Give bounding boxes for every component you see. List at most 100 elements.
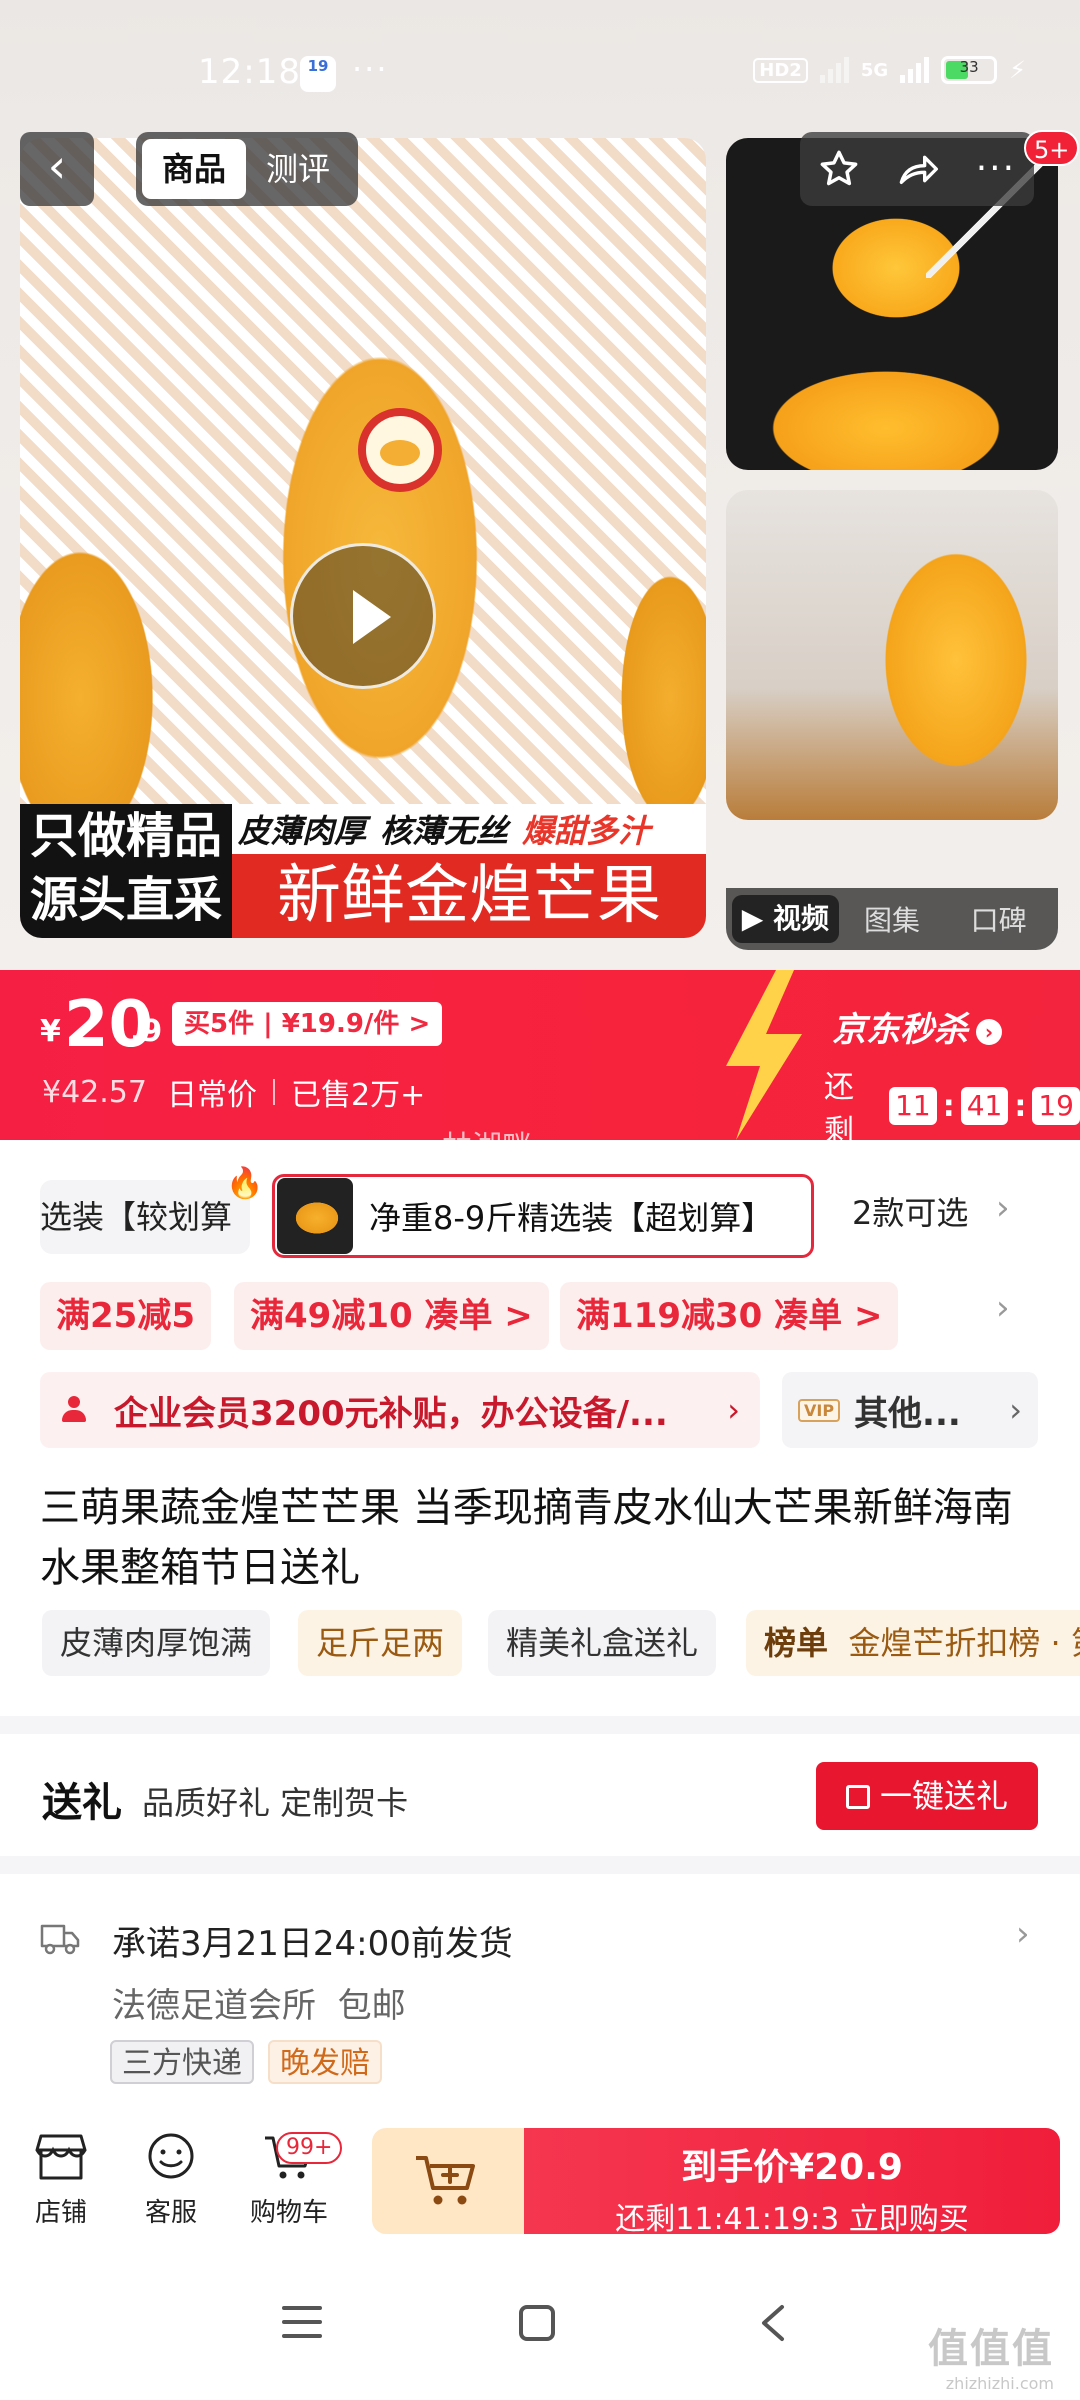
charging-icon: ⚡ — [1009, 56, 1026, 84]
chevron-right-icon: › — [1009, 1391, 1022, 1429]
member-subsidy-banner[interactable]: 企业会员3200元补贴，办公设备/... › — [40, 1372, 760, 1448]
gift-subtitle: 品质好礼 定制贺卡 — [142, 1784, 409, 1822]
courier-tag: 三方快递 — [110, 2040, 254, 2084]
promo-banner-title: 新鲜金煌芒果 — [232, 854, 706, 938]
section-divider — [0, 1856, 1080, 1874]
tab-product[interactable]: 商品 — [142, 139, 246, 199]
buy-now-countdown: 还剩11:41:19:3 立即购买 — [615, 2202, 969, 2237]
original-price: ¥42.57 — [42, 1074, 147, 1110]
chevron-right-icon[interactable]: › — [1016, 1914, 1030, 1954]
product-title: 三萌果蔬金煌芒芒果 当季现摘青皮水仙大芒果新鲜海南水果整箱节日送礼 — [40, 1485, 1013, 1591]
divider — [272, 1079, 275, 1105]
bulk-price-tag[interactable]: 买5件 | ¥19.9/件 > — [172, 1002, 443, 1046]
coupon-1[interactable]: 满25减5 — [40, 1282, 211, 1350]
other-benefits-button[interactable]: VIP 其他... › — [782, 1372, 1038, 1448]
site-watermark-url: zhizhizhi.com — [945, 2374, 1054, 2393]
coupon-3[interactable]: 满119减30 凑单 > — [560, 1282, 899, 1350]
battery-level: 33 — [959, 58, 979, 76]
signal-5g-icon — [900, 57, 930, 83]
shop-label: 店铺 — [34, 2198, 87, 2228]
price-currency: ¥ — [40, 1014, 61, 1049]
system-nav-bar — [0, 2254, 1080, 2400]
countdown-minutes: 41 — [960, 1087, 1009, 1125]
tab-review[interactable]: 测评 — [246, 139, 350, 199]
menu-icon[interactable] — [282, 2304, 322, 2340]
sold-count: 已售2万+ — [290, 1078, 426, 1113]
shop-button[interactable]: 店铺 — [16, 2132, 106, 2229]
promo-feature-3: 爆甜多汁 — [522, 812, 651, 850]
gift-icon — [845, 1785, 870, 1809]
hd-voice-icon: HD2 — [753, 57, 808, 83]
play-icon[interactable] — [290, 543, 436, 689]
send-gift-button[interactable]: 一键送礼 — [816, 1762, 1038, 1830]
more-icon[interactable]: ··· — [976, 132, 1016, 206]
variant-count[interactable]: 2款可选 — [852, 1188, 968, 1234]
customer-service-button[interactable]: 客服 — [126, 2132, 216, 2229]
send-gift-label: 一键送礼 — [879, 1777, 1008, 1815]
mango-sticker — [358, 408, 442, 492]
final-price: 到手价¥20.9 — [681, 2147, 903, 2188]
price-subline: ¥42.57 日常价 已售2万+ — [42, 1070, 425, 1114]
promo-banner-top: 皮薄肉厚 核薄无丝 爆甜多汁 — [232, 804, 706, 854]
truck-icon — [40, 1924, 80, 1955]
header-actions: ··· — [800, 132, 1034, 206]
site-watermark: 值值值 zhizhizhi.com — [928, 2316, 1054, 2393]
ranking-tag[interactable]: 榜单 金煌芒折扣榜 · 第 — [746, 1610, 1080, 1676]
lightning-icon — [726, 970, 802, 1140]
back-nav-icon[interactable] — [758, 2304, 788, 2342]
tag-3[interactable]: 精美礼盒送礼 — [488, 1610, 717, 1676]
media-tab-video[interactable]: ▶ 视频 — [732, 895, 839, 943]
section-divider — [0, 1716, 1080, 1734]
main-product-video[interactable]: 只做精品 源头直采 皮薄肉厚 核薄无丝 爆甜多汁 新鲜金煌芒果 — [20, 138, 706, 938]
promo-line1: 只做精品 — [29, 808, 222, 864]
countdown-label: 还剩 — [824, 1070, 854, 1149]
user-icon — [60, 1396, 88, 1424]
share-icon[interactable] — [896, 149, 940, 189]
add-cart-icon — [416, 2156, 475, 2205]
flash-sale-label: 京东秒杀 — [832, 1010, 968, 1050]
notification-app-icon: 19 — [300, 56, 336, 92]
gallery-thumbnail-2[interactable] — [726, 490, 1058, 820]
add-to-cart-button[interactable] — [372, 2128, 524, 2234]
countdown-timer: 还剩 11 : 41 : 19 — [824, 1062, 1080, 1150]
member-subsidy-text: 企业会员3200元补贴，办公设备/... — [114, 1393, 668, 1434]
chevron-right-icon[interactable]: › — [996, 1288, 1010, 1328]
user-watermark: 林湖畔 — [442, 1130, 532, 1165]
ranking-label: 金煌芒折扣榜 · 第 — [848, 1624, 1080, 1662]
other-benefits-label: 其他... — [854, 1393, 961, 1434]
status-bar: 12:18 19 ··· HD2 5G 33 ⚡ — [0, 0, 1080, 120]
back-button[interactable]: ‹ — [20, 132, 94, 206]
chevron-right-icon[interactable]: › — [996, 1188, 1010, 1228]
media-tab-images[interactable]: 图集 — [839, 899, 946, 939]
late-compensation-tag: 晚发赔 — [268, 2040, 382, 2084]
variant-selector: 选装【较划算 🔥 净重8-9斤精选装【超划算】 2款可选 › — [0, 1166, 1080, 1266]
free-shipping: 包邮 — [337, 1986, 406, 2026]
home-icon[interactable] — [518, 2304, 556, 2342]
tag-2[interactable]: 足斤足两 — [298, 1610, 463, 1676]
flash-sale-link[interactable]: 京东秒杀 › — [832, 1002, 1002, 1051]
product-tags: 皮薄肉厚饱满 足斤足两 精美礼盒送礼 榜单 金煌芒折扣榜 · 第 — [40, 1608, 1080, 1678]
variant-option-2-selected[interactable]: 净重8-9斤精选装【超划算】 — [272, 1174, 814, 1258]
price-decimal: .9 — [130, 1014, 163, 1049]
site-watermark-logo: 值值值 — [928, 2326, 1054, 2372]
bottom-action-bar: 店铺 客服 购物车 99+ 到手价¥20.9 还剩11:41:19:3 立即购买 — [0, 2112, 1080, 2254]
coupon-2[interactable]: 满49减10 凑单 > — [234, 1282, 549, 1350]
variant-option-1[interactable]: 选装【较划算 — [40, 1180, 250, 1254]
price-banner: ¥ 20 .9 买5件 | ¥19.9/件 > ¥42.57 日常价 已售2万+… — [0, 970, 1080, 1149]
tag-1[interactable]: 皮薄肉厚饱满 — [42, 1610, 271, 1676]
vip-icon: VIP — [798, 1398, 841, 1422]
buy-now-button[interactable]: 到手价¥20.9 还剩11:41:19:3 立即购买 — [524, 2128, 1060, 2237]
gift-title: 送礼 — [42, 1780, 122, 1826]
battery-icon: 33 — [941, 56, 998, 84]
chevron-right-icon: › — [976, 1018, 1002, 1045]
original-price-label: 日常价 — [166, 1078, 257, 1113]
shipping-location: 法德足道会所 包邮 — [112, 1978, 406, 2027]
promo-line2: 源头直采 — [29, 872, 222, 928]
message-count-badge: 5+ — [1024, 130, 1080, 166]
variant-thumbnail — [277, 1178, 353, 1254]
favorite-star-icon[interactable] — [818, 148, 860, 190]
countdown-hours: 11 — [889, 1087, 937, 1125]
countdown-seconds: 19 — [1032, 1087, 1080, 1125]
media-tab-reviews[interactable]: 口碑 — [945, 899, 1052, 939]
hot-fire-icon: 🔥 — [226, 1166, 264, 1201]
